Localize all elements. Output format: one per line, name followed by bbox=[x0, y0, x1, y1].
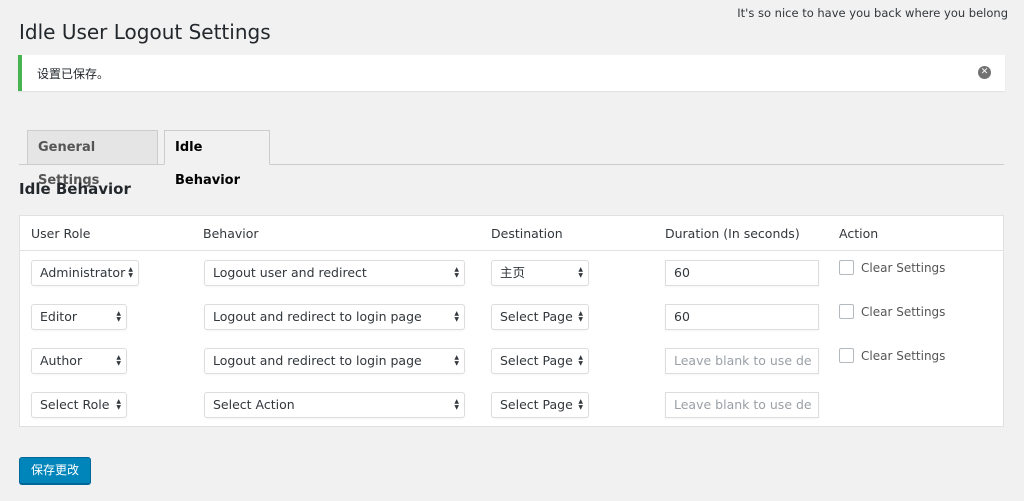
behavior-select[interactable]: Logout and redirect to login page bbox=[204, 348, 465, 374]
close-circle-icon[interactable]: ✕ bbox=[978, 66, 991, 79]
header-behavior: Behavior bbox=[203, 226, 259, 241]
section-title: Idle Behavior bbox=[19, 180, 131, 198]
clear-settings-label[interactable]: Clear Settings bbox=[861, 261, 945, 275]
behavior-select[interactable]: Select Action bbox=[204, 392, 465, 418]
behavior-select[interactable]: Logout and redirect to login page bbox=[204, 304, 465, 330]
destination-select[interactable]: Select Page bbox=[491, 348, 589, 374]
header-destination: Destination bbox=[491, 226, 563, 241]
success-notice: 设置已保存。 ✕ bbox=[18, 55, 1005, 91]
role-select[interactable]: Author bbox=[31, 348, 127, 374]
notice-message: 设置已保存。 bbox=[37, 67, 110, 81]
role-select[interactable]: Administrator bbox=[31, 260, 139, 286]
clear-settings-checkbox[interactable] bbox=[839, 260, 854, 275]
tab-idle-behavior[interactable]: Idle Behavior bbox=[164, 130, 270, 188]
save-changes-button[interactable]: 保存更改 bbox=[19, 457, 91, 484]
table-header-divider bbox=[20, 250, 1003, 251]
clear-settings-checkbox[interactable] bbox=[839, 348, 854, 363]
destination-select[interactable]: Select Page bbox=[491, 392, 589, 418]
page-title: Idle User Logout Settings bbox=[19, 20, 271, 44]
greeting-text: It's so nice to have you back where you … bbox=[737, 6, 1008, 20]
duration-input[interactable]: 60 bbox=[665, 260, 819, 286]
duration-input[interactable]: Leave blank to use de bbox=[665, 392, 819, 418]
header-action: Action bbox=[839, 226, 879, 241]
role-select[interactable]: Editor bbox=[31, 304, 127, 330]
role-select[interactable]: Select Role bbox=[31, 392, 127, 418]
clear-settings-checkbox[interactable] bbox=[839, 304, 854, 319]
header-duration: Duration (In seconds) bbox=[665, 226, 800, 241]
duration-input[interactable]: Leave blank to use de bbox=[665, 348, 819, 374]
tab-general-settings[interactable]: General Settings bbox=[27, 130, 158, 188]
destination-select[interactable]: 主页 bbox=[491, 260, 589, 286]
destination-select[interactable]: Select Page bbox=[491, 304, 589, 330]
behavior-select[interactable]: Logout user and redirect bbox=[204, 260, 465, 286]
duration-input[interactable]: 60 bbox=[665, 304, 819, 330]
header-user-role: User Role bbox=[31, 226, 91, 241]
clear-settings-label[interactable]: Clear Settings bbox=[861, 305, 945, 319]
clear-settings-label[interactable]: Clear Settings bbox=[861, 349, 945, 363]
behavior-table: User Role Behavior Destination Duration … bbox=[19, 215, 1004, 427]
